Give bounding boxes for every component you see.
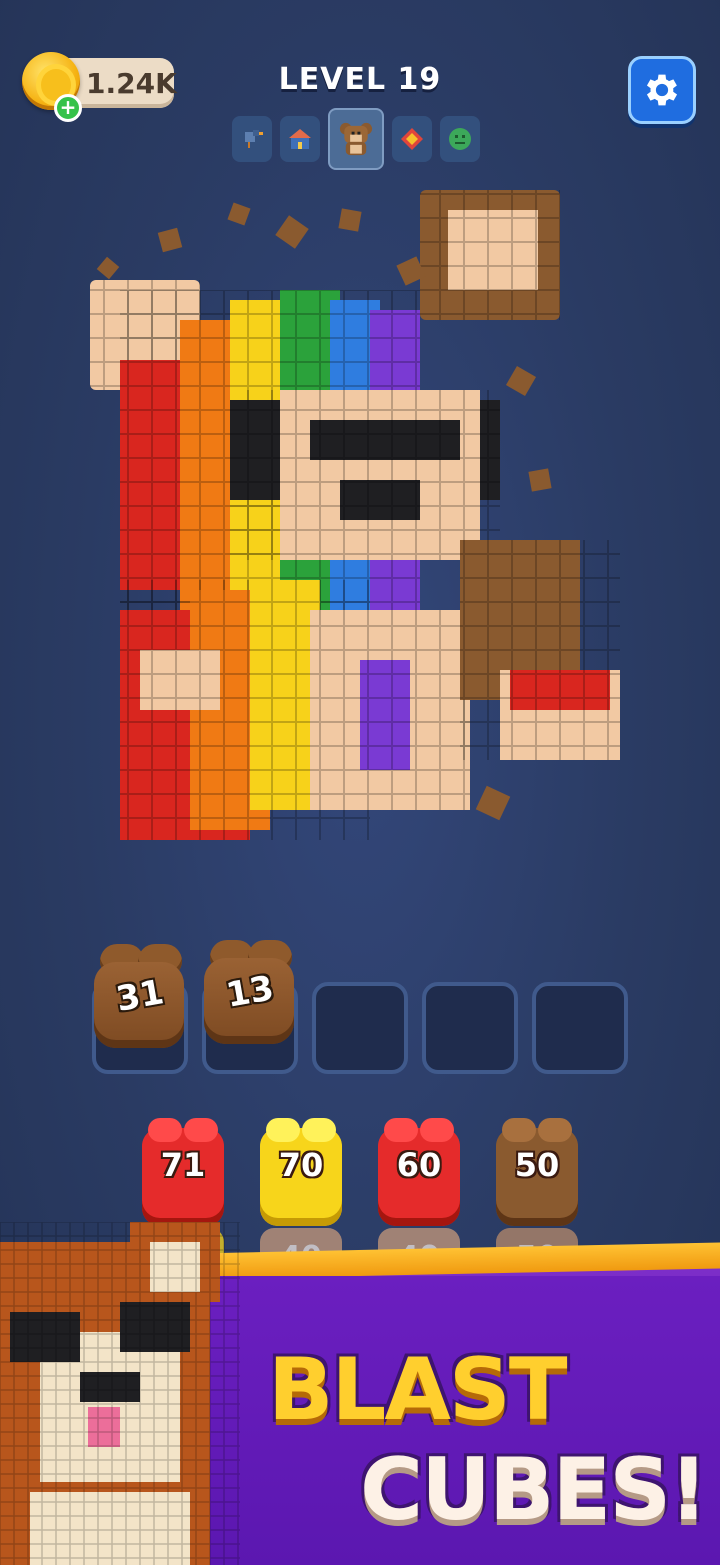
- collector-bucket: 13: [202, 936, 298, 1054]
- level-preview-smiley: [440, 116, 480, 162]
- level-preview-bird: [232, 116, 272, 162]
- queue-block-front[interactable]: 60: [378, 1118, 460, 1226]
- block-bump: [420, 1118, 454, 1142]
- level-preview-strip: [232, 108, 480, 170]
- game-scene: 1.24K + LEVEL 19 31 13 71 70 60 50 BLAST…: [0, 0, 720, 1565]
- queue-front-count: 71: [160, 1146, 206, 1184]
- queue-block-front[interactable]: 71: [142, 1118, 224, 1226]
- bear-side-right: [460, 540, 620, 760]
- promo-headline-line2: CUBES!: [360, 1440, 708, 1540]
- block-bump: [266, 1118, 300, 1142]
- diamond-icon: [401, 128, 423, 150]
- block-bump: [302, 1118, 336, 1142]
- queue-front-count: 70: [278, 1146, 324, 1184]
- block-bump: [384, 1118, 418, 1142]
- block-bump: [502, 1118, 536, 1142]
- level-preview-diamond: [392, 116, 432, 162]
- bear-belly: [310, 610, 470, 810]
- voxel-teddy-bear-puzzle[interactable]: [80, 170, 660, 870]
- bear-arm-left: [140, 650, 220, 710]
- queue-block-front[interactable]: 70: [260, 1118, 342, 1226]
- gear-icon: [646, 74, 678, 106]
- queue-front-count: 50: [514, 1146, 560, 1184]
- collector-bucket: 31: [92, 940, 188, 1058]
- bear-ear-right: [420, 190, 560, 320]
- bird-icon: [245, 130, 263, 148]
- add-coins-button[interactable]: +: [54, 94, 82, 122]
- block-bump: [538, 1118, 572, 1142]
- collector-slot-empty: [422, 982, 518, 1074]
- bear-face: [230, 390, 500, 560]
- queue-front-count: 60: [396, 1146, 442, 1184]
- level-title: LEVEL 19: [278, 62, 442, 97]
- level-preview-house: [280, 116, 320, 162]
- queue-block-front[interactable]: 50: [496, 1118, 578, 1226]
- smiley-icon: [449, 128, 471, 150]
- teddy-bear-icon: [339, 122, 373, 156]
- collector-slot-empty: [532, 982, 628, 1074]
- block-bump: [184, 1118, 218, 1142]
- collector-slot-empty: [312, 982, 408, 1074]
- house-icon: [289, 129, 311, 149]
- settings-button[interactable]: [628, 56, 696, 124]
- block-bump: [148, 1118, 182, 1142]
- level-preview-teddy-bear: [328, 108, 384, 170]
- voxel-bear-mascot: [0, 1222, 240, 1565]
- promo-headline-line1: BLAST: [268, 1340, 568, 1440]
